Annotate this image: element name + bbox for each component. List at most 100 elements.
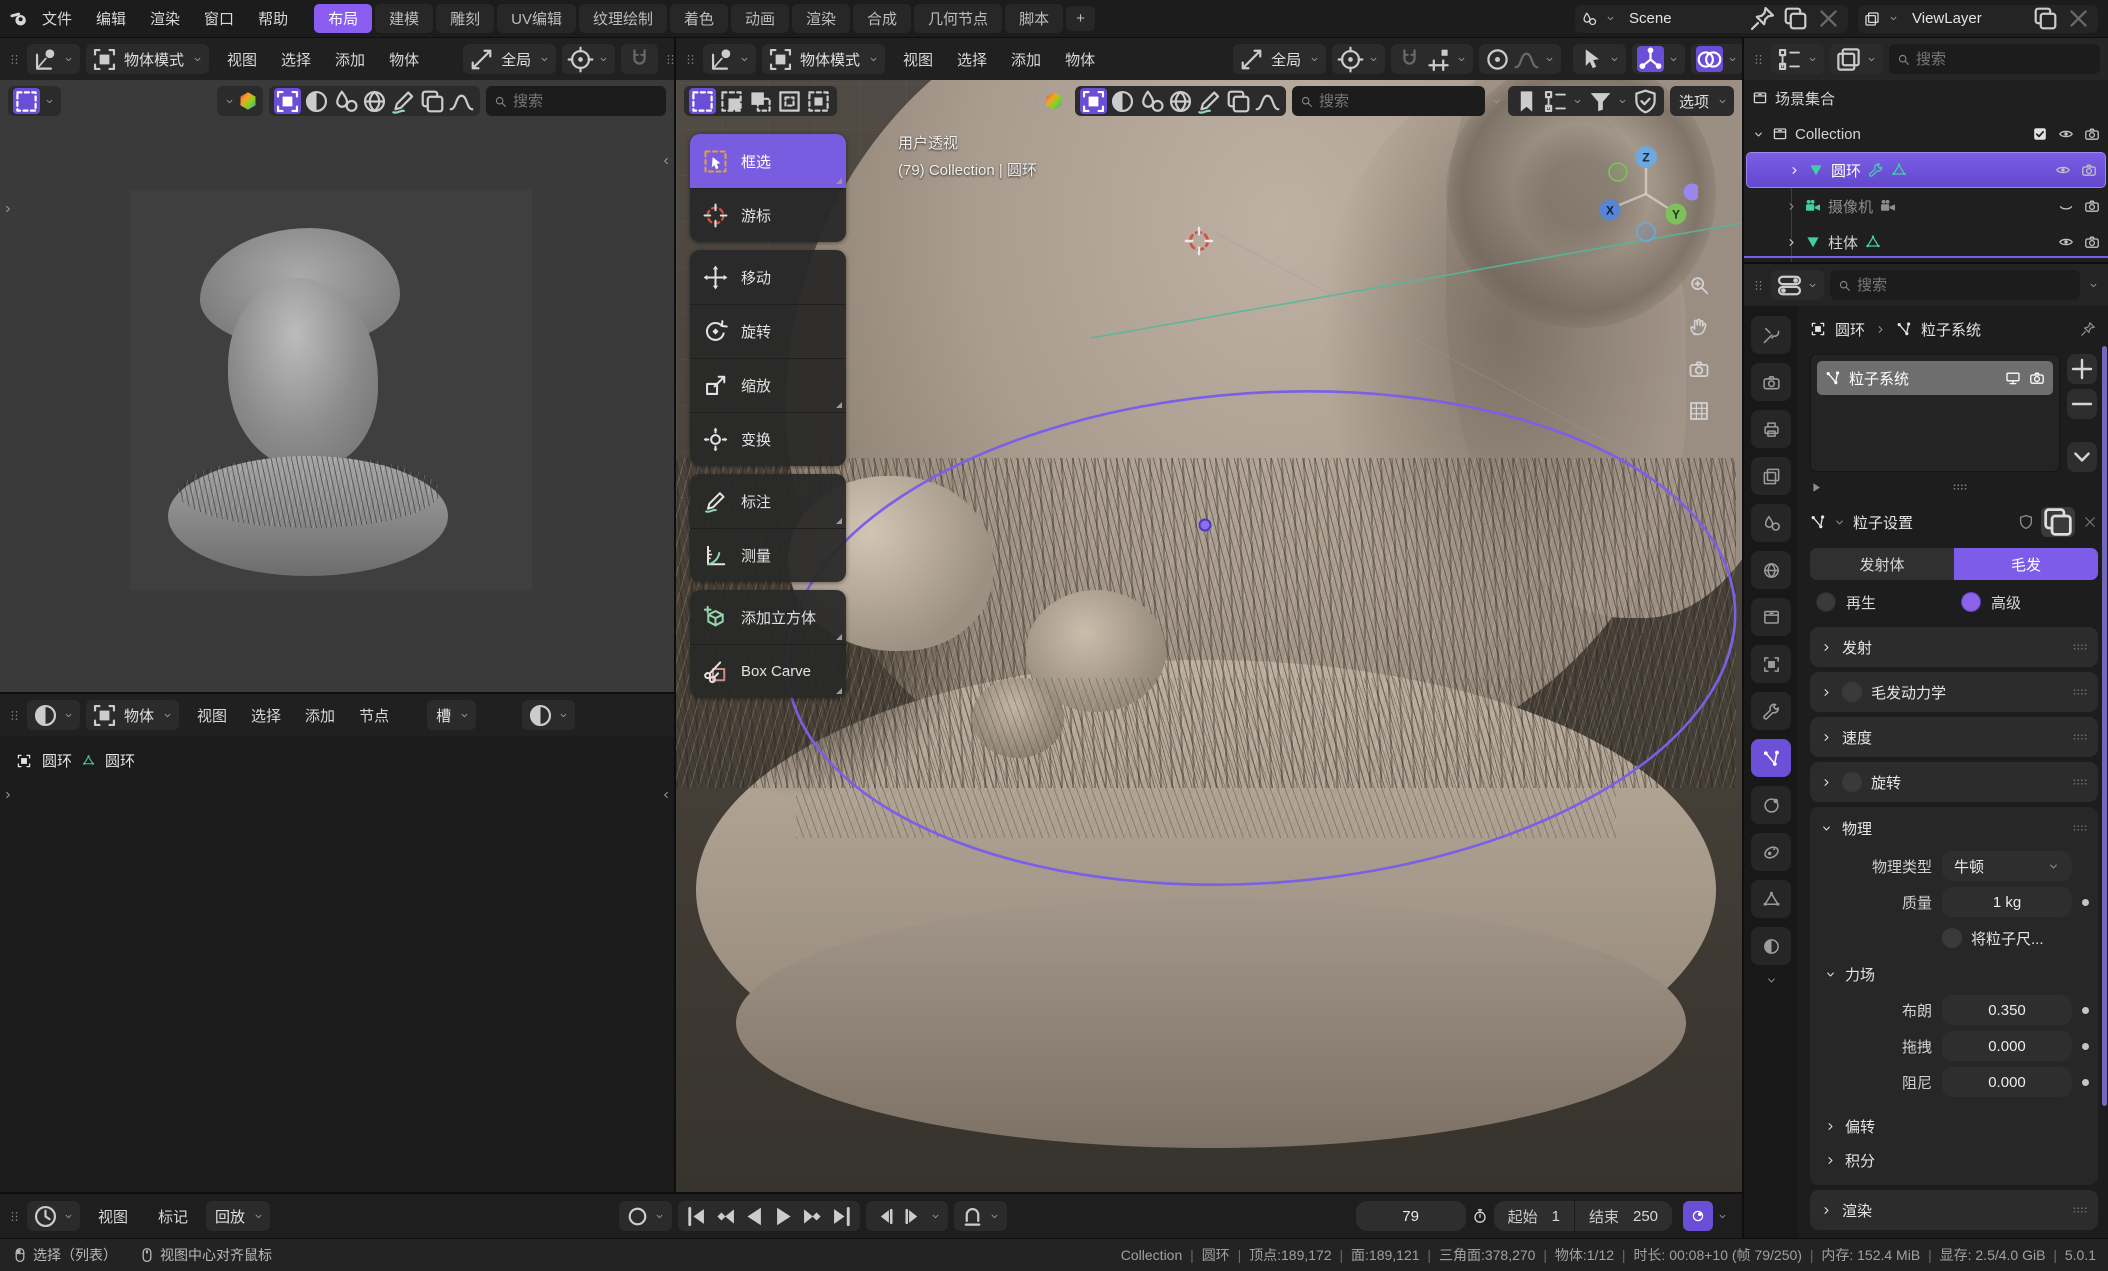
mesh-data-icon[interactable]	[1865, 234, 1881, 250]
workspace-tab-geometry-nodes[interactable]: 几何节点	[914, 4, 1002, 33]
filter-scene-icon[interactable]	[1138, 88, 1165, 114]
eye-icon[interactable]	[2055, 162, 2071, 178]
drag-dots-icon[interactable]	[2072, 684, 2088, 700]
eye-closed-icon[interactable]	[2058, 198, 2074, 214]
pan-hand-icon[interactable]	[1688, 316, 1710, 338]
tab-scene[interactable]	[1751, 504, 1791, 542]
editor-type-icon[interactable]	[32, 702, 59, 728]
menu-view[interactable]: 视图	[86, 1202, 140, 1231]
bookmark-icon[interactable]	[1513, 88, 1540, 114]
drag-handle-icon[interactable]	[8, 1210, 21, 1223]
workspace-tab-animation[interactable]: 动画	[731, 4, 789, 33]
add-workspace-button[interactable]: +	[1066, 6, 1095, 31]
expand-icon[interactable]	[1788, 164, 1801, 177]
panel-rotation[interactable]: 旋转	[1810, 762, 2098, 802]
view-layer-icon[interactable]	[1864, 11, 1880, 27]
frame-start-field[interactable]: 起始1	[1494, 1201, 1574, 1231]
panel-render[interactable]: 渲染	[1810, 1190, 2098, 1230]
drag-dots-icon[interactable]	[2072, 639, 2088, 655]
search-box[interactable]	[1830, 270, 2080, 300]
properties-editor[interactable]: 圆环 粒子系统 粒子系统	[1744, 262, 2108, 1238]
hierarchy-icon[interactable]	[1542, 88, 1569, 114]
keying-set-icon[interactable]	[624, 1203, 651, 1229]
chevron-down-icon[interactable]	[988, 1203, 1002, 1229]
menu-render[interactable]: 渲染	[138, 4, 192, 33]
select-mode-extend-icon[interactable]	[718, 88, 745, 114]
scrollbar[interactable]	[2102, 346, 2107, 1106]
proportional-edit-icon[interactable]	[1484, 46, 1511, 72]
scene-datablock-icon[interactable]	[1581, 11, 1597, 27]
drag-dots-icon[interactable]	[2072, 820, 2088, 836]
panel-emission[interactable]: 发射	[1810, 627, 2098, 667]
tool-move[interactable]: 移动	[690, 250, 846, 304]
selectability-icon[interactable]	[1578, 46, 1605, 72]
drag-handle-icon[interactable]	[664, 53, 674, 66]
workspace-tab-sculpting[interactable]: 雕刻	[436, 4, 494, 33]
pivot-selector[interactable]	[1332, 44, 1385, 74]
jump-to-end-button[interactable]	[828, 1203, 855, 1229]
stopwatch-icon[interactable]	[1472, 1208, 1488, 1224]
tab-modifiers[interactable]	[1751, 692, 1791, 730]
menu-select[interactable]: 选择	[239, 701, 293, 730]
object-row-cylinder-001[interactable]: 柱体.001	[1744, 260, 2108, 262]
navigation-gizmo[interactable]: Z X Y	[1594, 142, 1698, 246]
filter-world-icon[interactable]	[1167, 88, 1194, 114]
add-particle-system-button[interactable]	[2067, 354, 2097, 384]
snap-toggle-icon[interactable]	[626, 46, 653, 72]
tab-world[interactable]	[1751, 551, 1791, 589]
tab-collection[interactable]	[1751, 598, 1791, 636]
object-row-circle[interactable]: 圆环	[1746, 152, 2106, 188]
panel-hair-dynamics[interactable]: 毛发动力学	[1810, 672, 2098, 712]
pin-icon[interactable]	[2080, 321, 2096, 337]
tab-hair[interactable]: 毛发	[1954, 548, 2098, 580]
filter-scene-icon[interactable]	[332, 88, 359, 114]
camera-view-icon[interactable]	[1688, 358, 1710, 380]
drag-handle-icon[interactable]	[684, 53, 697, 66]
frame-end-field[interactable]: 结束250	[1574, 1201, 1672, 1231]
tab-material[interactable]	[1751, 927, 1791, 965]
frame-back-button[interactable]	[871, 1203, 898, 1229]
options-dropdown[interactable]: 选项	[1670, 86, 1734, 116]
particle-systems-list[interactable]: 粒子系统	[1810, 354, 2060, 472]
drag-handle-icon[interactable]	[8, 53, 21, 66]
blender-logo-icon[interactable]	[10, 9, 30, 29]
delete-scene-button[interactable]	[1815, 6, 1842, 32]
tab-tool[interactable]	[1751, 316, 1791, 354]
select-mode-intersect-icon[interactable]	[805, 88, 832, 114]
deflection-subpanel-header[interactable]: 偏转	[1810, 1109, 2098, 1143]
orientation-selector[interactable]: 全局	[463, 44, 556, 74]
fake-user-icon[interactable]	[2018, 514, 2034, 530]
zoom-icon[interactable]	[1688, 274, 1710, 296]
tab-particles[interactable]	[1751, 739, 1791, 777]
falloff-hexagon-icon[interactable]	[1044, 91, 1064, 111]
playback-menu[interactable]: 回放	[206, 1201, 270, 1231]
workspace-tab-modeling[interactable]: 建模	[375, 4, 433, 33]
chevron-down-icon[interactable]	[1028, 88, 1042, 114]
falloff-curve-icon[interactable]	[1513, 46, 1540, 72]
menu-object[interactable]: 物体	[1053, 45, 1107, 74]
prev-keyframe-button[interactable]	[712, 1203, 739, 1229]
mode-selector[interactable]: 物体模式	[762, 44, 885, 74]
animate-dot[interactable]	[2082, 899, 2089, 906]
frame-forward-button[interactable]	[900, 1203, 927, 1229]
slot-selector[interactable]: 槽	[427, 700, 476, 730]
current-frame-field[interactable]: 79	[1356, 1201, 1466, 1231]
camera-restrict-icon[interactable]	[2084, 198, 2100, 214]
drag-dots-icon[interactable]	[2072, 729, 2088, 745]
pivot-selector[interactable]	[562, 44, 615, 74]
tabs-overflow-icon[interactable]	[1765, 974, 1778, 987]
mode-selector[interactable]: 物体模式	[86, 44, 209, 74]
multiply-size-checkbox[interactable]	[1942, 928, 1962, 948]
outliner[interactable]: 场景集合 Collection 圆环	[1744, 38, 2108, 262]
tab-output[interactable]	[1751, 410, 1791, 448]
menu-select[interactable]: 选择	[269, 45, 323, 74]
tab-physics[interactable]	[1751, 786, 1791, 824]
filter-object-icon[interactable]	[1080, 88, 1107, 114]
particle-system-item[interactable]: 粒子系统	[1817, 361, 2053, 395]
jump-to-start-button[interactable]	[683, 1203, 710, 1229]
filter-world-icon[interactable]	[361, 88, 388, 114]
filter-collection-icon[interactable]	[1835, 46, 1862, 72]
search-input[interactable]	[1857, 277, 2072, 294]
chevron-down-icon[interactable]	[42, 88, 56, 114]
tab-emitter[interactable]: 发射体	[1810, 548, 1954, 580]
